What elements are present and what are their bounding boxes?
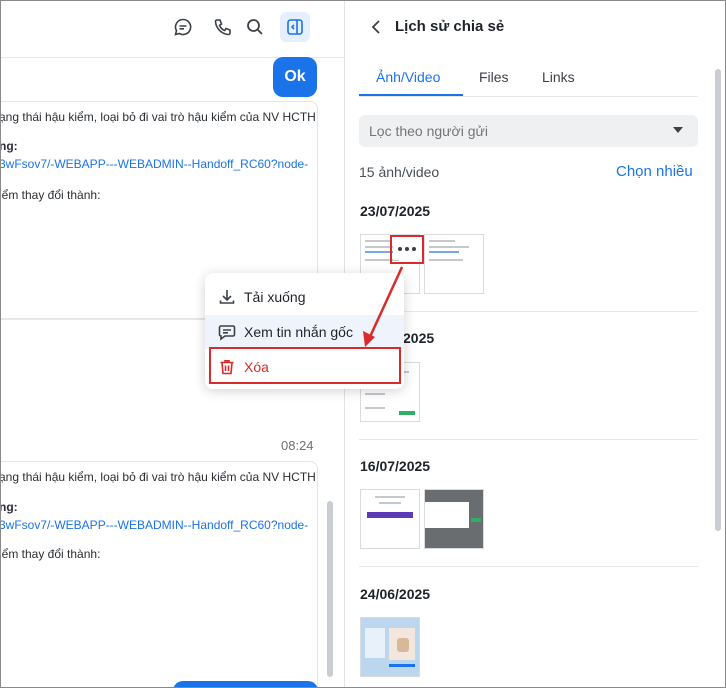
- select-many-button[interactable]: Chọn nhiều: [616, 163, 693, 180]
- phone-icon[interactable]: [209, 13, 237, 41]
- download-icon: [217, 287, 237, 307]
- chat-scrollbar[interactable]: [327, 501, 333, 677]
- back-chevron-icon[interactable]: [367, 17, 385, 37]
- media-thumbnail[interactable]: [424, 489, 484, 549]
- section-date: 24/06/2025: [360, 586, 431, 602]
- chat-toolbar: [1, 1, 344, 53]
- sender-filter-select[interactable]: [359, 115, 698, 147]
- menu-item-label: Tải xuống: [244, 289, 306, 305]
- active-tab-indicator: [359, 94, 463, 96]
- section-date: 16/07/2025: [360, 458, 431, 474]
- message-timestamp: 08:24: [281, 438, 314, 453]
- section-divider: [359, 439, 698, 440]
- section-date: 23/07/2025: [360, 203, 431, 219]
- message-text: iểm thay đổi thành:: [0, 188, 101, 202]
- search-icon[interactable]: [241, 13, 269, 41]
- menu-item-label: Xem tin nhắn gốc: [244, 324, 353, 340]
- tab-files[interactable]: Files: [479, 69, 509, 85]
- message-text: iểm thay đổi thành:: [0, 547, 101, 561]
- annotation-highlight-more: [390, 235, 424, 264]
- tab-links[interactable]: Links: [542, 69, 575, 85]
- sidebar-panel-icon[interactable]: [280, 12, 310, 42]
- media-thumbnail[interactable]: [424, 234, 484, 294]
- chevron-down-icon[interactable]: [673, 127, 683, 133]
- annotation-highlight-delete: [209, 347, 401, 384]
- message-text-bold: ng:: [0, 500, 18, 514]
- panel-title: Lịch sử chia sẻ: [395, 18, 505, 35]
- message-icon: [217, 322, 237, 342]
- media-thumbnail[interactable]: [360, 489, 420, 549]
- chat-bubble-icon[interactable]: [169, 13, 197, 41]
- message-text: ạng thái hậu kiểm, loại bỏ đi vai trò hậ…: [0, 470, 316, 484]
- message-link[interactable]: 3wFsov7/-WEBAPP---WEBADMIN--Handoff_RC60…: [1, 518, 308, 532]
- panel-scrollbar[interactable]: [715, 69, 721, 531]
- tab-photos-videos[interactable]: Ảnh/Video: [376, 69, 440, 85]
- message-bubble: [173, 681, 318, 687]
- message-text: ạng thái hậu kiểm, loại bỏ đi vai trò hậ…: [0, 110, 316, 124]
- section-date: 2025: [403, 330, 435, 346]
- tabs-divider: [359, 96, 698, 97]
- message-card[interactable]: ạng thái hậu kiểm, loại bỏ đi vai trò hậ…: [0, 461, 318, 687]
- menu-item-download[interactable]: Tải xuống: [205, 280, 404, 314]
- message-link[interactable]: 3wFsov7/-WEBAPP---WEBADMIN--Handoff_RC60…: [1, 157, 308, 171]
- ok-message-bubble: Ok: [273, 57, 317, 97]
- media-count: 15 ảnh/video: [359, 164, 440, 180]
- media-thumbnail[interactable]: [360, 617, 420, 677]
- section-divider: [359, 566, 698, 567]
- menu-item-view-original[interactable]: Xem tin nhắn gốc: [205, 315, 404, 349]
- app-window: Ok ạng thái hậu kiểm, loại bỏ đi vai trò…: [0, 0, 726, 688]
- section-divider: [359, 311, 698, 312]
- message-text-bold: ng:: [0, 139, 18, 153]
